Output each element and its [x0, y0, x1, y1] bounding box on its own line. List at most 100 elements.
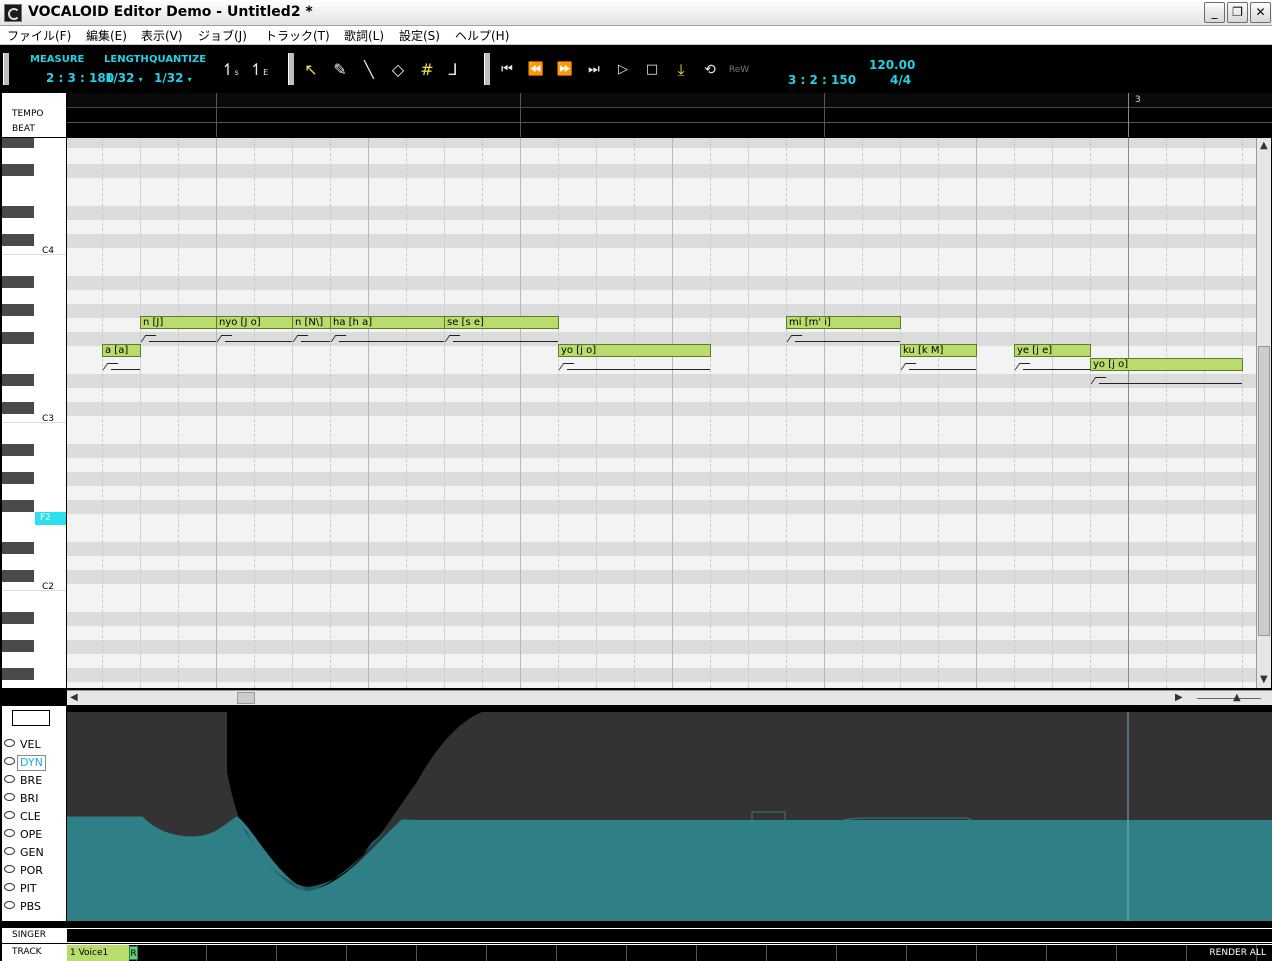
pencil-tool-icon[interactable]: ✎ — [329, 59, 351, 81]
menu-settings[interactable]: 設定(S) — [399, 27, 440, 44]
go-end-icon[interactable]: ⏭ — [583, 59, 605, 81]
vertical-scrollbar[interactable]: ▲ ▼ — [1256, 138, 1271, 688]
note-start-icon[interactable]: ↿s — [219, 59, 241, 81]
eye-icon[interactable] — [4, 793, 15, 801]
rewire-icon[interactable]: ReW — [728, 59, 750, 81]
piano-keyboard[interactable]: C4 C3 F2 C2 — [2, 138, 66, 688]
menu-lyrics[interactable]: 歌詞(L) — [344, 27, 384, 44]
eye-icon[interactable] — [4, 757, 15, 765]
note[interactable]: ha [h a] — [330, 316, 445, 329]
loop-icon[interactable]: ⟲ — [699, 59, 721, 81]
track-label: TRACK — [12, 947, 42, 957]
horizontal-scrollbar[interactable]: ◀ ▶ — [67, 690, 1189, 705]
note[interactable]: ku [k M] — [900, 344, 977, 357]
scroll-left-icon[interactable]: ◀ — [70, 692, 78, 704]
menu-edit[interactable]: 編集(E) — [86, 27, 127, 44]
time-signature[interactable]: 4/4 — [890, 73, 911, 87]
note[interactable]: n [J] — [140, 316, 217, 329]
menu-track[interactable]: トラック(T) — [265, 27, 330, 44]
note[interactable]: mi [m' i] — [786, 316, 901, 329]
zoom-slider[interactable]: ▲ — [1189, 690, 1272, 705]
fast-forward-icon[interactable]: ⏩ — [554, 59, 576, 81]
window-title: VOCALOID Editor Demo - Untitled2 * — [28, 4, 313, 20]
control-gen[interactable]: GEN — [2, 844, 66, 860]
singer-strip[interactable] — [67, 929, 1272, 942]
track-strip: 1 Voice1 R RENDER ALL — [67, 945, 1272, 961]
menu-view[interactable]: 表示(V) — [141, 27, 183, 44]
scroll-up-icon[interactable]: ▲ — [1260, 140, 1268, 152]
menu-help[interactable]: ヘルプ(H) — [455, 27, 509, 44]
vertical-scroll-thumb[interactable] — [1258, 346, 1270, 636]
eye-icon[interactable] — [4, 847, 15, 855]
eye-icon[interactable] — [4, 865, 15, 873]
toolbar: MEASURE LENGTH QUANTIZE 2 : 3 : 180 1/32… — [0, 45, 1272, 92]
control-curve[interactable] — [67, 712, 1272, 921]
app-icon[interactable] — [4, 4, 22, 22]
note[interactable]: yo [j o] — [1090, 358, 1243, 371]
eye-icon[interactable] — [4, 775, 15, 783]
control-curve-area[interactable] — [67, 712, 1272, 921]
note-end-icon[interactable]: ↿E — [248, 59, 270, 81]
note[interactable]: n [N\] — [292, 316, 331, 329]
eye-icon[interactable] — [4, 883, 15, 891]
length-select[interactable]: 1/32 ▾ — [105, 71, 143, 85]
position-readout: 3 : 2 : 150 — [788, 73, 857, 87]
note[interactable]: yo [j o] — [558, 344, 711, 357]
ruler[interactable]: 3 — [67, 93, 1272, 137]
zoom-slider-thumb[interactable]: ▲ — [1233, 692, 1241, 704]
scroll-down-icon[interactable]: ▼ — [1260, 674, 1268, 686]
curve-tool-icon[interactable]: ⅃ — [442, 59, 464, 81]
eye-icon[interactable] — [4, 901, 15, 909]
control-pbs[interactable]: PBS — [2, 898, 66, 914]
key-label-c2: C2 — [42, 582, 55, 592]
eye-icon[interactable] — [4, 829, 15, 837]
follow-playback-icon[interactable]: ⤓ — [670, 59, 692, 81]
toolbar-grip[interactable] — [3, 53, 9, 85]
tempo-readout[interactable]: 120.00 — [869, 58, 915, 72]
scroll-right-icon[interactable]: ▶ — [1175, 692, 1183, 704]
measure-ruler[interactable] — [67, 93, 1272, 108]
render-track-button[interactable]: R — [129, 946, 138, 960]
horizontal-scroll-thumb[interactable] — [237, 692, 255, 704]
piano-roll[interactable]: a [a] n [J] nyo [J o] n [N\] ha [h a] se… — [67, 138, 1256, 688]
note[interactable]: nyo [J o] — [216, 316, 293, 329]
key-label-c3: C3 — [42, 414, 55, 424]
menu-file[interactable]: ファイル(F) — [7, 27, 71, 44]
singer-label: SINGER — [12, 930, 47, 940]
control-value-box — [12, 710, 50, 726]
grid-tool-icon[interactable]: # — [416, 59, 438, 81]
eye-icon[interactable] — [4, 739, 15, 747]
control-bre[interactable]: BRE — [2, 772, 66, 788]
note[interactable]: ye [j e] — [1014, 344, 1091, 357]
menu-job[interactable]: ジョブ(J) — [198, 27, 247, 44]
note[interactable]: a [a] — [102, 344, 141, 357]
close-icon[interactable]: ✕ — [1250, 2, 1271, 23]
length-label: LENGTH — [104, 54, 149, 65]
stop-icon[interactable]: □ — [641, 59, 663, 81]
render-all-button[interactable]: RENDER ALL — [1209, 948, 1266, 958]
line-tool-icon[interactable]: ╲ — [358, 59, 380, 81]
quantize-select[interactable]: 1/32 ▾ — [154, 71, 192, 85]
play-icon[interactable]: ▷ — [612, 59, 634, 81]
quantize-value: 1/32 — [154, 71, 184, 85]
go-start-icon[interactable]: ⏮ — [496, 59, 518, 81]
pointer-tool-icon[interactable]: ↖ — [300, 59, 322, 81]
control-pit[interactable]: PIT — [2, 880, 66, 896]
rewind-icon[interactable]: ⏪ — [525, 59, 547, 81]
control-dyn[interactable]: DYN — [2, 754, 66, 771]
control-por[interactable]: POR — [2, 862, 66, 878]
control-cle[interactable]: CLE — [2, 808, 66, 824]
control-ope[interactable]: OPE — [2, 826, 66, 842]
minimize-icon[interactable]: _ — [1204, 2, 1225, 23]
eraser-tool-icon[interactable]: ◇ — [387, 59, 409, 81]
control-bri[interactable]: BRI — [2, 790, 66, 806]
track-tab-voice1[interactable]: 1 Voice1 — [67, 945, 129, 961]
measure-value: 2 : 3 : 180 — [46, 71, 115, 85]
control-vel[interactable]: VEL — [2, 736, 66, 752]
restore-icon[interactable]: ❐ — [1227, 2, 1248, 23]
note[interactable]: se [s e] — [444, 316, 559, 329]
length-value: 1/32 — [105, 71, 135, 85]
toolbar-grip[interactable] — [484, 53, 490, 85]
toolbar-grip[interactable] — [288, 53, 294, 85]
eye-icon[interactable] — [4, 811, 15, 819]
